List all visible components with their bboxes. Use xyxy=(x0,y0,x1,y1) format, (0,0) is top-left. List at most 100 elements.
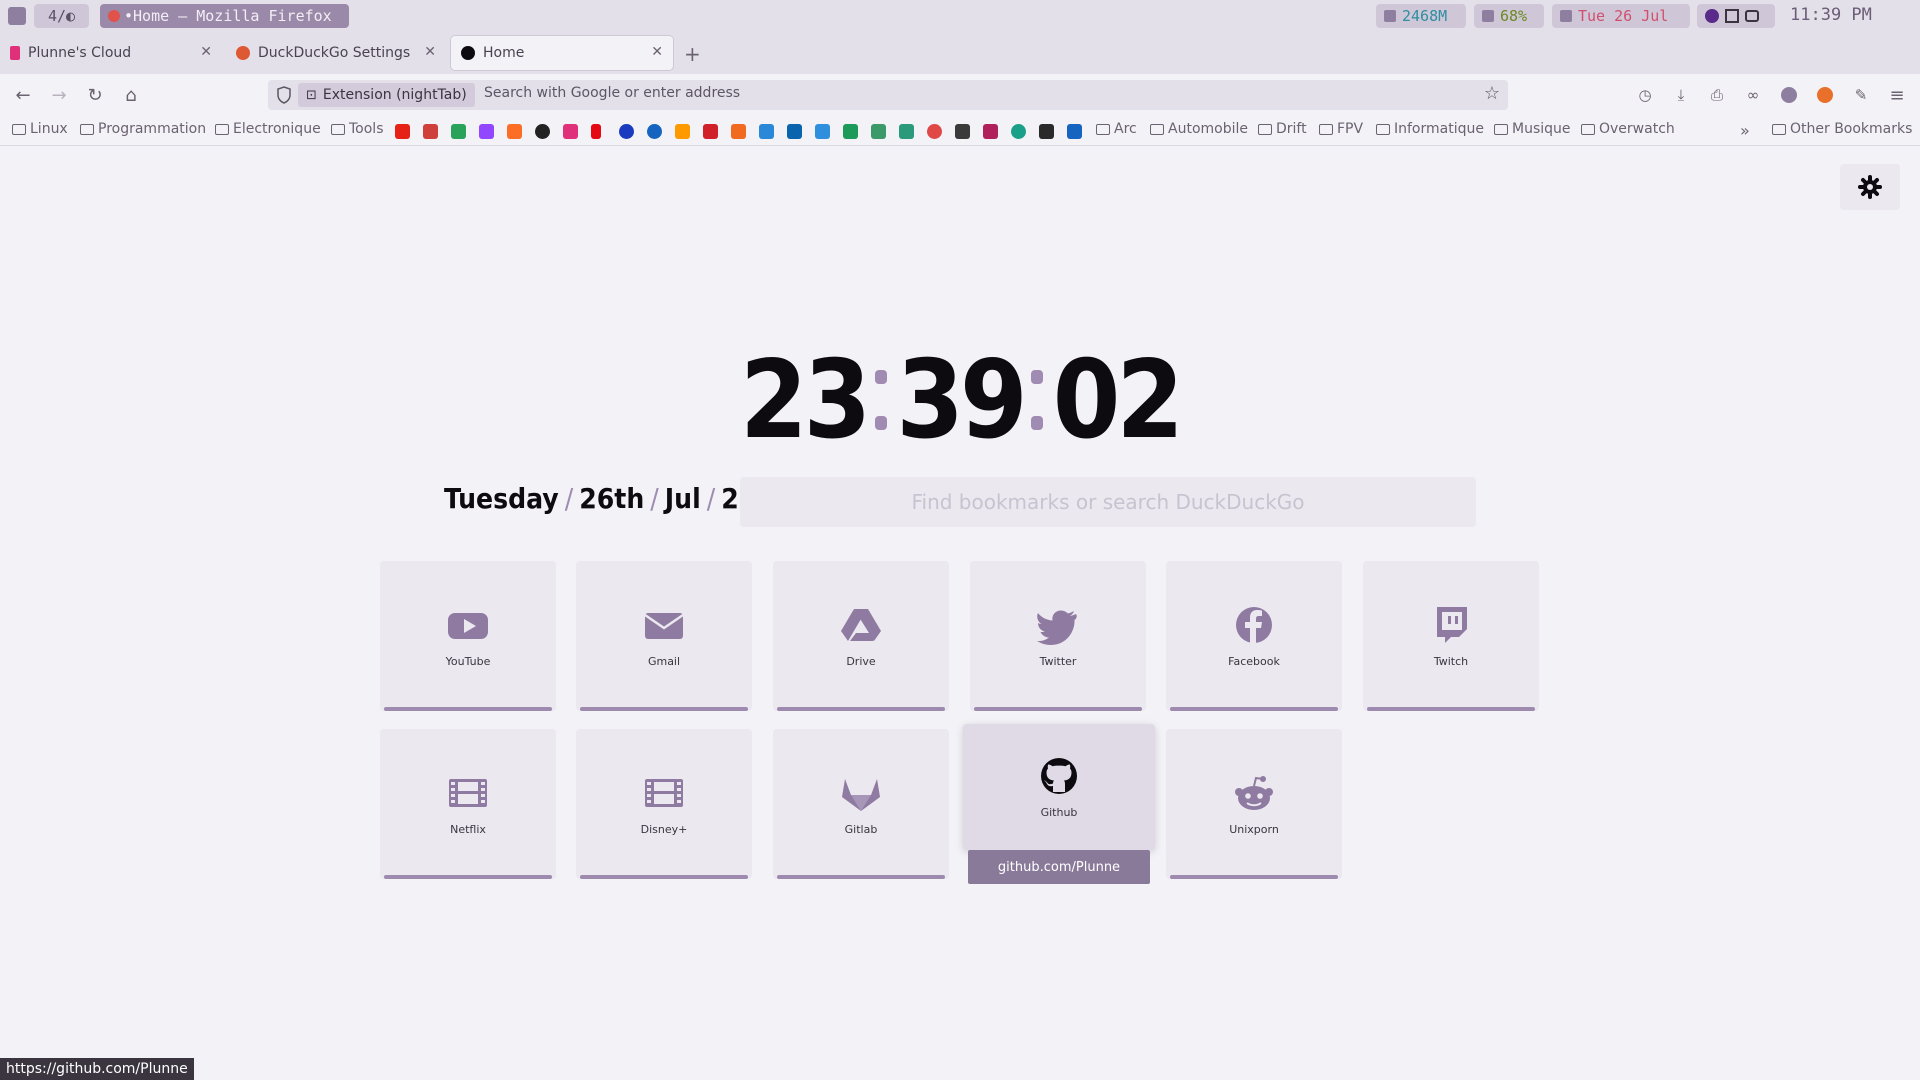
gitlab-bookmark-icon[interactable] xyxy=(507,124,522,139)
workspace-indicator[interactable]: 4/◐ xyxy=(34,4,89,28)
tray-app-icon[interactable] xyxy=(1705,9,1719,23)
bookmark-tile-gmail[interactable]: Gmail xyxy=(576,561,752,711)
folder-icon xyxy=(1772,123,1786,135)
new-tab-button[interactable]: + xyxy=(684,42,701,66)
outlook-bookmark-icon[interactable] xyxy=(787,124,802,139)
calendar-icon xyxy=(1560,10,1572,22)
leaf-bookmark-icon[interactable] xyxy=(899,124,914,139)
bookmark-folder-electronique[interactable]: Electronique xyxy=(215,121,321,137)
close-icon[interactable]: ✕ xyxy=(651,44,663,60)
search-input[interactable]: Find bookmarks or search DuckDuckGo xyxy=(740,477,1476,527)
mastodon-bookmark-icon[interactable] xyxy=(815,124,830,139)
shop-bookmark-icon[interactable] xyxy=(703,124,718,139)
gmail-bookmark-icon[interactable] xyxy=(423,124,438,139)
bookmark-folder-overwatch[interactable]: Overwatch xyxy=(1581,121,1675,137)
date-month: Jul xyxy=(664,482,701,515)
grid-icon[interactable] xyxy=(8,7,26,25)
arch-bookmark-icon[interactable] xyxy=(1067,124,1082,139)
edit-icon[interactable]: ✎ xyxy=(1850,84,1872,106)
bookmark-tile-twitter[interactable]: Twitter xyxy=(970,561,1146,711)
settings-button[interactable] xyxy=(1840,164,1900,210)
tile-url-tooltip: github.com/Plunne xyxy=(968,850,1150,884)
tile-label: Drive xyxy=(846,654,876,668)
netflix-bookmark-icon[interactable] xyxy=(591,124,601,139)
tab-duckduckgo-settings[interactable]: DuckDuckGo Settings ✕ xyxy=(226,36,446,70)
reddit-icon xyxy=(1235,775,1273,810)
amazon-bookmark-icon[interactable] xyxy=(675,124,690,139)
date-separator: / xyxy=(706,482,716,515)
disney-bookmark-icon[interactable] xyxy=(619,124,634,139)
bookmark-folder-linux[interactable]: Linux xyxy=(12,121,68,137)
bookmark-tile-gitlab[interactable]: Gitlab xyxy=(773,729,949,879)
extension-identity-chip[interactable]: ⊡ Extension (nightTab) xyxy=(298,83,475,107)
window-manager-bar: 4/◐ •Home — Mozilla Firefox 2468M 68% Tu… xyxy=(0,0,1920,32)
table-bookmark-icon[interactable] xyxy=(871,124,886,139)
bookmark-tile-netflix[interactable]: Netflix xyxy=(380,729,556,879)
close-icon[interactable]: ✕ xyxy=(200,44,212,60)
profile-icon[interactable] xyxy=(1778,84,1800,106)
bookmark-folder-informatique[interactable]: Informatique xyxy=(1376,121,1484,137)
close-icon[interactable]: ✕ xyxy=(424,44,436,60)
bookmark-tile-disney-plus[interactable]: Disney+ xyxy=(576,729,752,879)
mask-icon[interactable]: ∞ xyxy=(1742,84,1764,106)
bookmark-folder-automobile[interactable]: Automobile xyxy=(1150,121,1248,137)
play-bookmark-icon[interactable] xyxy=(647,124,662,139)
url-input[interactable]: Search with Google or enter address xyxy=(484,85,740,101)
feather-red-bookmark-icon[interactable] xyxy=(927,124,942,139)
bookmark-folder-tools[interactable]: Tools xyxy=(331,121,384,137)
twitch-bookmark-icon[interactable] xyxy=(479,124,494,139)
tab-home[interactable]: Home ✕ xyxy=(451,36,673,70)
extension-label: Extension (nightTab) xyxy=(322,87,467,103)
date-day: Tuesday xyxy=(444,482,559,515)
tile-label: Facebook xyxy=(1228,654,1280,668)
bookmark-folder-programmation[interactable]: Programmation xyxy=(80,121,206,137)
menu-icon[interactable]: ≡ xyxy=(1886,84,1908,106)
print-icon[interactable]: ⎙ xyxy=(1706,84,1728,106)
bookmark-folder-other[interactable]: Other Bookmarks xyxy=(1772,121,1912,137)
volume-widget[interactable]: 68% xyxy=(1474,4,1544,28)
reload-button[interactable]: ↻ xyxy=(84,84,106,106)
address-bar[interactable]: ⊡ Extension (nightTab) Search with Googl… xyxy=(268,80,1508,110)
youtube-bookmark-icon[interactable] xyxy=(395,124,410,139)
bookmark-folder-musique[interactable]: Musique xyxy=(1494,121,1571,137)
bookmark-tile-drive[interactable]: Drive xyxy=(773,561,949,711)
bookmark-tile-github[interactable]: Github xyxy=(963,724,1155,850)
translate-bookmark-icon[interactable] xyxy=(759,124,774,139)
pixel-bookmark-icon[interactable] xyxy=(983,124,998,139)
forward-button[interactable]: → xyxy=(48,84,70,106)
bookmark-tile-facebook[interactable]: Facebook xyxy=(1166,561,1342,711)
bookmark-folder-label: Overwatch xyxy=(1599,121,1675,137)
duckduckgo-extension-icon[interactable] xyxy=(1814,84,1836,106)
feather-bookmark-icon[interactable] xyxy=(563,124,578,139)
bookmark-folder-drift[interactable]: Drift xyxy=(1258,121,1307,137)
github-bookmark-icon[interactable] xyxy=(535,124,550,139)
bookmark-tile-unixporn[interactable]: Unixporn xyxy=(1166,729,1342,879)
tab-label: Plunne's Cloud xyxy=(28,45,132,61)
arduino-bookmark-icon[interactable] xyxy=(1011,124,1026,139)
bookmark-folder-arc[interactable]: Arc xyxy=(1096,121,1137,137)
sheets-bookmark-icon[interactable] xyxy=(843,124,858,139)
bookmark-tile-youtube[interactable]: YouTube xyxy=(380,561,556,711)
bookmark-folder-label: Musique xyxy=(1512,121,1571,137)
tile-label: YouTube xyxy=(445,654,491,668)
gamepad-bookmark-icon[interactable] xyxy=(1039,124,1054,139)
download-icon[interactable]: ⤓ xyxy=(1670,84,1692,106)
aliexpress-bookmark-icon[interactable] xyxy=(731,124,746,139)
tray-window-icon[interactable] xyxy=(1725,9,1739,23)
history-icon[interactable]: ◷ xyxy=(1634,84,1656,106)
bookmarks-bar: Linux Programmation Electronique Tools A… xyxy=(0,116,1920,146)
star-icon[interactable]: ☆ xyxy=(1484,83,1500,104)
shield-icon[interactable] xyxy=(276,86,292,104)
bookmark-tile-twitch[interactable]: Twitch xyxy=(1363,561,1539,711)
home-button[interactable]: ⌂ xyxy=(120,84,142,106)
bookmark-folder-label: Tools xyxy=(349,121,384,137)
discord-icon[interactable] xyxy=(1745,10,1759,22)
back-button[interactable]: ← xyxy=(12,84,34,106)
tab-plunnes-cloud[interactable]: Plunne's Cloud ✕ xyxy=(0,36,222,70)
drive-bookmark-icon[interactable] xyxy=(451,124,466,139)
bookmarks-overflow-chevron[interactable]: » xyxy=(1740,121,1750,140)
clock-seconds: 02 xyxy=(1052,337,1184,463)
tile-accent-bar xyxy=(1170,707,1338,711)
bookmark-folder-fpv[interactable]: FPV xyxy=(1319,121,1363,137)
dark-bookmark-icon[interactable] xyxy=(955,124,970,139)
